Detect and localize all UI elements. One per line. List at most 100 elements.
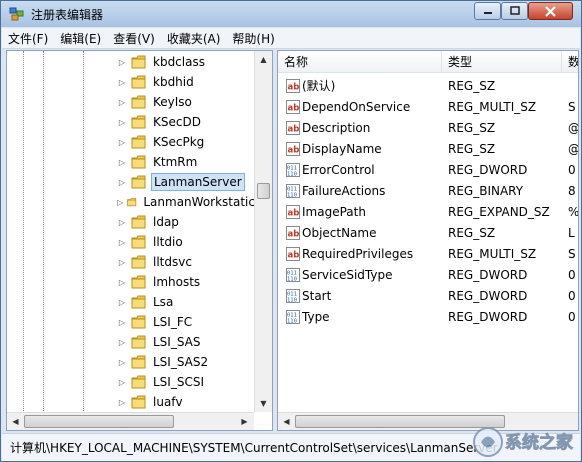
tree-horizontal-scrollbar[interactable]: ◀ ▶ bbox=[7, 412, 254, 430]
expand-arrow-icon[interactable]: ▷ bbox=[117, 297, 127, 307]
folder-icon bbox=[131, 375, 146, 389]
tree-item[interactable]: ▷ LanmanServer bbox=[117, 172, 257, 192]
value-type: REG_DWORD bbox=[448, 162, 528, 177]
tree-item[interactable]: ▷ ldap bbox=[117, 212, 257, 232]
value-data: L bbox=[568, 225, 575, 240]
tree-item[interactable]: ▷ KSecDD bbox=[117, 112, 257, 132]
expand-arrow-icon[interactable]: ▷ bbox=[117, 157, 127, 167]
value-row[interactable]: ab DisplayName REG_SZ @ bbox=[278, 138, 578, 159]
title-bar[interactable]: 注册表编辑器 bbox=[1, 1, 581, 27]
menu-favorites[interactable]: 收藏夹(A) bbox=[167, 30, 221, 47]
registry-editor-window: 注册表编辑器 文件(F) 编辑(E) 查看(V) 收藏夹(A) 帮助(H) ▷ k… bbox=[0, 0, 582, 462]
value-name: Type bbox=[302, 309, 330, 324]
menu-help[interactable]: 帮助(H) bbox=[232, 30, 274, 47]
menu-view[interactable]: 查看(V) bbox=[113, 30, 155, 47]
tree-item[interactable]: ▷ LSI_SCSI bbox=[117, 372, 257, 392]
value-name: ImagePath bbox=[302, 204, 366, 219]
tree-item[interactable]: ▷ Lsa bbox=[117, 292, 257, 312]
tree-vscroll-thumb[interactable] bbox=[257, 183, 270, 199]
value-row[interactable]: 011 110 ErrorControl REG_DWORD 0 bbox=[278, 159, 578, 180]
expand-arrow-icon[interactable]: ▷ bbox=[117, 77, 127, 87]
close-button[interactable] bbox=[528, 2, 573, 20]
tree-item[interactable]: ▷ kbdclass bbox=[117, 52, 257, 72]
menu-edit[interactable]: 编辑(E) bbox=[60, 30, 101, 47]
value-name: ErrorControl bbox=[302, 162, 375, 177]
value-type: REG_SZ bbox=[448, 225, 496, 240]
expand-arrow-icon[interactable]: ▷ bbox=[117, 237, 127, 247]
column-header-type[interactable]: 类型 bbox=[442, 51, 562, 73]
folder-icon bbox=[131, 95, 146, 109]
value-data: % bbox=[568, 204, 579, 219]
column-header-name[interactable]: 名称 bbox=[278, 51, 442, 73]
tree-item-label: LanmanServer bbox=[151, 173, 245, 191]
expand-arrow-icon[interactable]: ▷ bbox=[117, 137, 127, 147]
tree-guide-line bbox=[83, 51, 84, 411]
tree-item[interactable]: ▷ lmhosts bbox=[117, 272, 257, 292]
expand-arrow-icon[interactable]: ▷ bbox=[117, 257, 127, 267]
tree-item[interactable]: ▷ LSI_FC bbox=[117, 312, 257, 332]
binary-value-icon: 011110 bbox=[286, 183, 300, 198]
expand-arrow-icon[interactable]: ▷ bbox=[117, 397, 127, 407]
value-row[interactable]: 011 110 ServiceSidType REG_DWORD 0 bbox=[278, 264, 578, 285]
expand-arrow-icon[interactable]: ▷ bbox=[117, 117, 127, 127]
expand-arrow-icon[interactable]: ▷ bbox=[117, 177, 127, 187]
regedit-app-icon bbox=[9, 7, 24, 21]
expand-arrow-icon[interactable]: ▷ bbox=[117, 317, 127, 327]
folder-icon bbox=[131, 355, 146, 369]
tree-item-label: LSI_SAS bbox=[153, 335, 201, 349]
scroll-up-arrow-icon[interactable]: ▲ bbox=[255, 51, 272, 68]
value-row[interactable]: 011 110 Start REG_DWORD 0 bbox=[278, 285, 578, 306]
expand-arrow-icon[interactable]: ▷ bbox=[117, 337, 127, 347]
expand-arrow-icon[interactable]: ▷ bbox=[117, 57, 127, 67]
minimize-button[interactable] bbox=[474, 2, 501, 20]
column-header-data[interactable]: 数 bbox=[562, 51, 578, 73]
tree-item[interactable]: ▷ LSI_SAS bbox=[117, 332, 257, 352]
tree-item-label: ldap bbox=[153, 215, 179, 229]
tree-vertical-scrollbar[interactable]: ▲ ▼ bbox=[254, 51, 272, 412]
watermark-logo: 系统之家 bbox=[473, 427, 573, 457]
key-tree-pane[interactable]: ▷ kbdclass ▷ kbdhid ▷ KeyIso ▷ KSecDD ▷ KSecPkg ▷ K… bbox=[6, 50, 273, 431]
value-row[interactable]: ab (默认) REG_SZ bbox=[278, 75, 578, 96]
value-row[interactable]: 011 110 Type REG_DWORD 0 bbox=[278, 306, 578, 327]
menu-file[interactable]: 文件(F) bbox=[8, 30, 48, 47]
values-pane[interactable]: 名称 类型 数 ab (默认) REG_SZ ab DependOnService REG… bbox=[277, 50, 579, 431]
binary-value-icon: 011110 bbox=[286, 288, 300, 303]
value-row[interactable]: ab RequiredPrivileges REG_MULTI_SZ S bbox=[278, 243, 578, 264]
tree-item[interactable]: ▷ lltdio bbox=[117, 232, 257, 252]
scroll-left-arrow-icon[interactable]: ◀ bbox=[7, 413, 24, 430]
folder-icon bbox=[131, 315, 146, 329]
tree-item[interactable]: ▷ kbdhid bbox=[117, 72, 257, 92]
tree-item-label: luafv bbox=[153, 395, 183, 409]
tree-item[interactable]: ▷ LanmanWorkstatic bbox=[117, 192, 257, 212]
expand-arrow-icon[interactable]: ▷ bbox=[117, 97, 127, 107]
value-row[interactable]: ab DependOnService REG_MULTI_SZ S bbox=[278, 96, 578, 117]
scroll-right-arrow-icon[interactable]: ▶ bbox=[236, 413, 253, 430]
scroll-down-arrow-icon[interactable]: ▼ bbox=[255, 395, 272, 412]
tree-item[interactable]: ▷ KtmRm bbox=[117, 152, 257, 172]
tree-item[interactable]: ▷ LSI_SAS2 bbox=[117, 352, 257, 372]
tree-item[interactable]: ▷ KSecPkg bbox=[117, 132, 257, 152]
value-row[interactable]: ab Description REG_SZ @ bbox=[278, 117, 578, 138]
svg-text:110: 110 bbox=[287, 192, 297, 198]
tree-guide-line bbox=[43, 51, 44, 411]
tree-item-label: LanmanWorkstatic bbox=[143, 195, 255, 209]
value-row[interactable]: ab ImagePath REG_EXPAND_SZ% bbox=[278, 201, 578, 222]
tree-item[interactable]: ▷ luafv bbox=[117, 392, 257, 412]
value-row[interactable]: ab ObjectName REG_SZ L bbox=[278, 222, 578, 243]
scroll-left-arrow-icon[interactable]: ◀ bbox=[278, 413, 295, 430]
svg-text:ab: ab bbox=[288, 103, 300, 113]
tree-hscroll-thumb[interactable] bbox=[24, 415, 174, 428]
expand-arrow-icon[interactable]: ▷ bbox=[117, 197, 123, 207]
svg-text:ab: ab bbox=[288, 250, 300, 260]
expand-arrow-icon[interactable]: ▷ bbox=[117, 217, 127, 227]
expand-arrow-icon[interactable]: ▷ bbox=[117, 277, 127, 287]
value-row[interactable]: 011 110 FailureActions REG_BINARY 8 bbox=[278, 180, 578, 201]
tree-item-label: LSI_FC bbox=[153, 315, 193, 329]
tree-item[interactable]: ▷ lltdsvc bbox=[117, 252, 257, 272]
folder-icon bbox=[131, 135, 146, 149]
expand-arrow-icon[interactable]: ▷ bbox=[117, 377, 127, 387]
maximize-button[interactable] bbox=[501, 2, 528, 20]
expand-arrow-icon[interactable]: ▷ bbox=[117, 357, 127, 367]
string-value-icon: ab bbox=[286, 225, 300, 240]
tree-item[interactable]: ▷ KeyIso bbox=[117, 92, 257, 112]
